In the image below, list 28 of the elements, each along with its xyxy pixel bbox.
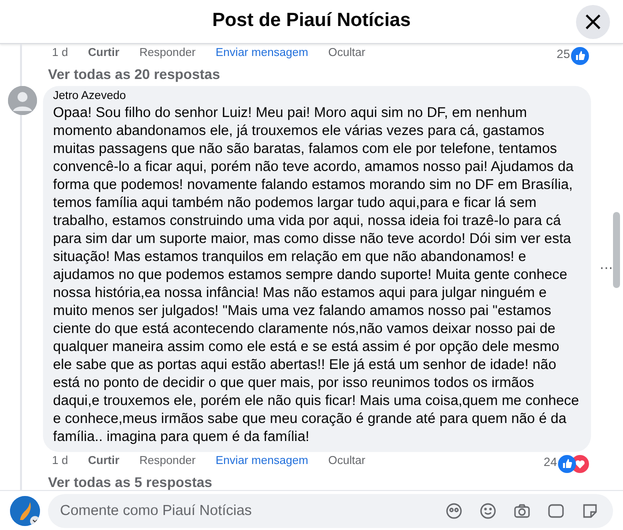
more-options-button[interactable]: ··· (600, 262, 613, 276)
like-link[interactable]: Curtir (88, 453, 120, 471)
dialog-title: Post de Piauí Notícias (212, 9, 411, 34)
comment-field[interactable]: Comente como Piauí Notícias (48, 494, 613, 528)
close-button[interactable]: × (576, 5, 610, 39)
emoji-icon[interactable] (479, 502, 497, 520)
send-message-link[interactable]: Enviar mensagem (216, 453, 308, 471)
like-reaction-icon (570, 46, 587, 62)
camera-icon[interactable] (513, 502, 531, 520)
view-replies-link[interactable]: Ver todas as 20 respostas (22, 64, 623, 84)
comment-author[interactable]: Jetro Azevedo (53, 89, 581, 104)
like-reaction-icon (557, 454, 574, 470)
page-avatar (10, 496, 40, 526)
send-message-link[interactable]: Enviar mensagem (216, 45, 308, 63)
reply-link[interactable]: Responder (139, 453, 196, 471)
heart-reaction-icon (570, 454, 587, 470)
scrollbar-thumb[interactable] (613, 212, 620, 288)
reply-link[interactable]: Responder (139, 45, 196, 63)
reaction-count: 24 (544, 454, 557, 471)
hide-link[interactable]: Ocultar (328, 45, 366, 63)
view-replies-link[interactable]: Ver todas as 5 respostas (22, 472, 623, 490)
sticker-icon[interactable] (581, 502, 599, 520)
reaction-count: 25 (556, 46, 570, 63)
timestamp: 1 d (52, 46, 68, 62)
hide-link[interactable]: Ocultar (328, 453, 366, 471)
like-link[interactable]: Curtir (88, 45, 120, 63)
comment-text: Opaa! Sou filho do senhor Luiz! Meu pai! Moro aqui sim no DF, em nenhum momento abandonamos ele, já trouxemos ele várias vezes para cá, gastamos muitas passagens que não são baratas, falamos com ele por telefone, tentamos convencê-lo a ficar aqui, porém não teve acordo, amamos nosso pai! Ajudamos da forma que podemos! novamente falando estamos morando sim no DF em Brasília, temos família aqui também não podemos largar tudo aqui,para e ficar lá sem trabalho, estamos construindo uma vida por aqui, nossa ideia foi trazê-lo para cá para sim dar um suporte maior, mas como disse não teve acordo! Dói sim ver esta situação! Mas estamos tranquilos em relação em que não abandonamos! e ajudamos no que podemos estamos sempre dando suporte! Muita gente conhece nossa história,ea nossa infância! Mas não estamos aqui para julgar ninguém e muito menos ser julgados! "Mais uma vez falando amamos nosso pai "estamos ciente do que está acontecendo claramente nós,não vamos deixar nosso pai de qualquer maneira assim como ele está e se está assim é por opção dele mesmo ele sabe que as portas aqui estão abertas!! Ele já está um senhor de idade! não está no ponto de decidir o que quer mais, por isso reunimos todos os irmãos daqui,e trouxemos ele, porém ele não quis ficar! Mais uma coisa,quem me conhece e conhece,meus irmãos sabe que meu coração é grande até para quem não é da família.. imagina para quem é da família! (53, 104, 580, 446)
timestamp: 1 d (52, 454, 68, 470)
